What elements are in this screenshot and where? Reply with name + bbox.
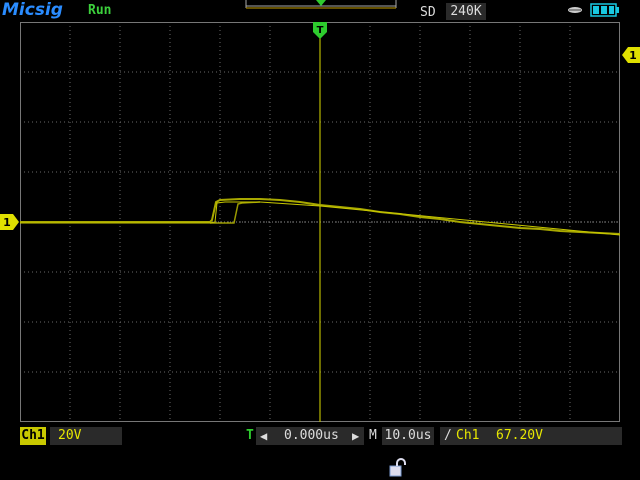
trigger-position-marker[interactable]: T bbox=[311, 22, 329, 40]
arrow-right-icon: ▶ bbox=[352, 429, 360, 443]
memory-mode: SD bbox=[420, 5, 436, 20]
trigger-position-icon: T bbox=[246, 428, 254, 443]
timebase-value[interactable]: 10.0us bbox=[382, 427, 434, 445]
svg-text:1: 1 bbox=[629, 49, 637, 62]
run-state[interactable]: Run bbox=[88, 3, 111, 18]
waveform-display[interactable] bbox=[20, 22, 620, 422]
memory-depth[interactable]: 240K bbox=[446, 3, 486, 20]
horizontal-position-value: 0.000us bbox=[284, 428, 339, 443]
trigger-level: 67.20V bbox=[496, 428, 543, 443]
timebase-label: M bbox=[369, 428, 377, 443]
memory-window-indicator bbox=[245, 0, 397, 9]
trigger-settings[interactable]: / Ch1 67.20V bbox=[440, 427, 622, 445]
horizontal-position[interactable]: ◀ 0.000us ▶ bbox=[256, 427, 364, 445]
svg-text:1: 1 bbox=[3, 216, 11, 229]
ch1-offset-marker[interactable]: 1 bbox=[0, 214, 20, 230]
usb-icon bbox=[568, 7, 582, 13]
trigger-level-marker[interactable]: 1 bbox=[622, 47, 640, 63]
brand-logo: Micsig bbox=[2, 0, 63, 20]
trigger-source: Ch1 bbox=[456, 428, 480, 443]
battery-icon bbox=[590, 3, 619, 17]
rising-edge-icon: / bbox=[444, 428, 452, 443]
lock-icon[interactable] bbox=[388, 458, 408, 478]
channel-scale[interactable]: 20V bbox=[50, 427, 122, 445]
arrow-left-icon: ◀ bbox=[260, 429, 268, 443]
svg-text:T: T bbox=[317, 25, 324, 36]
channel-label[interactable]: Ch1 bbox=[20, 427, 46, 445]
